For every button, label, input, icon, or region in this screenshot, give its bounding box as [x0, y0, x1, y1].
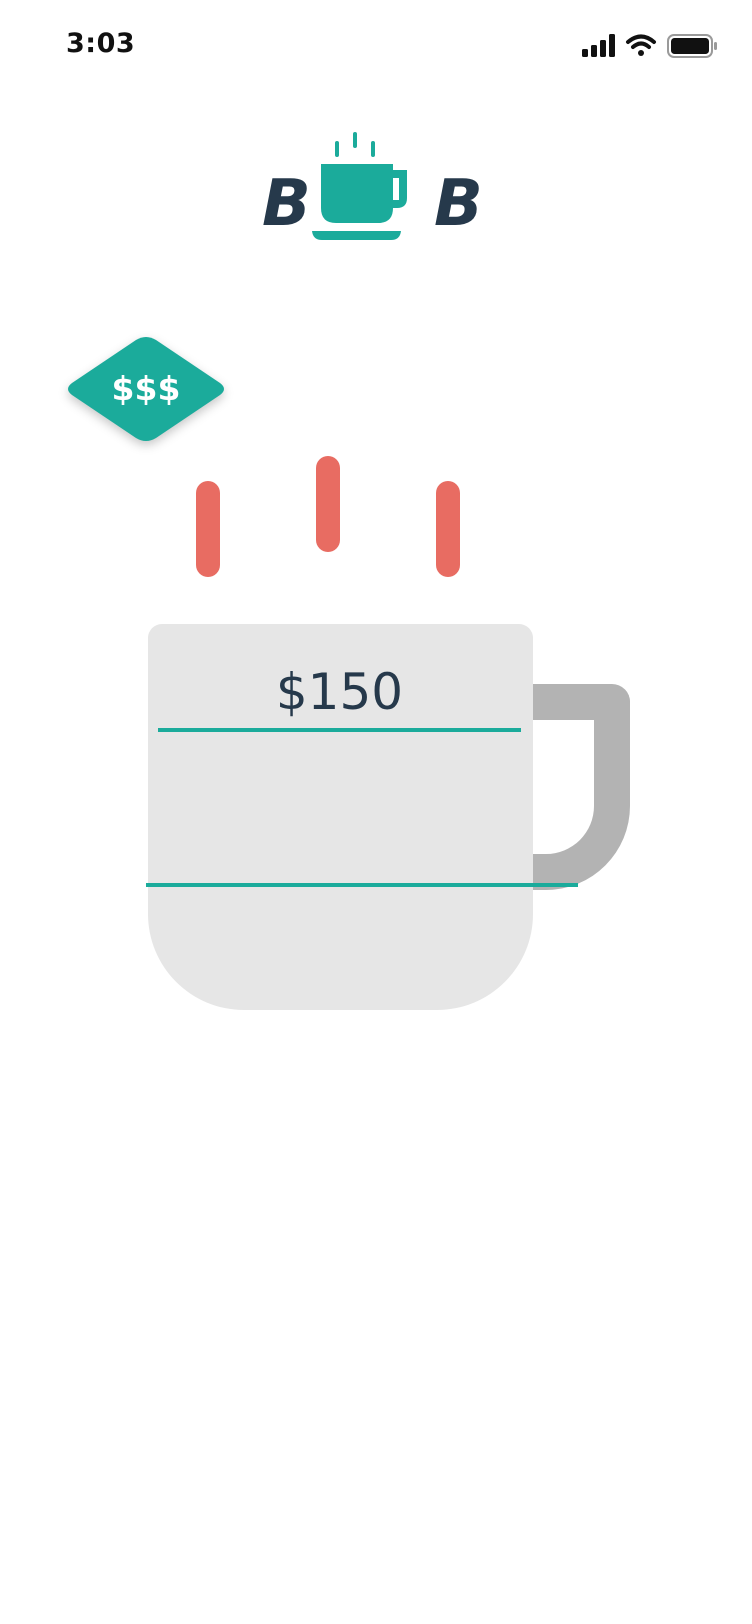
price-tier-button[interactable]: $$$ [64, 336, 228, 442]
status-time: 3:03 [66, 28, 136, 59]
app-screen: 3:03 B B $$$ $150 [0, 0, 752, 1624]
logo-letter-left: B [262, 167, 311, 241]
logo-letter-right: B [434, 167, 483, 241]
steam-icon [196, 481, 220, 577]
wifi-icon [626, 34, 656, 56]
steam-icon [436, 481, 460, 577]
status-icons [582, 32, 724, 60]
steam-icon [316, 456, 340, 552]
coffee-cup-icon [312, 128, 416, 244]
price-tier-label: $$$ [111, 369, 181, 408]
app-logo: B B [262, 128, 490, 246]
fill-level-line [146, 883, 578, 887]
cellular-signal-icon [582, 34, 615, 57]
battery-icon [667, 34, 717, 58]
amount-input[interactable] [158, 656, 521, 732]
